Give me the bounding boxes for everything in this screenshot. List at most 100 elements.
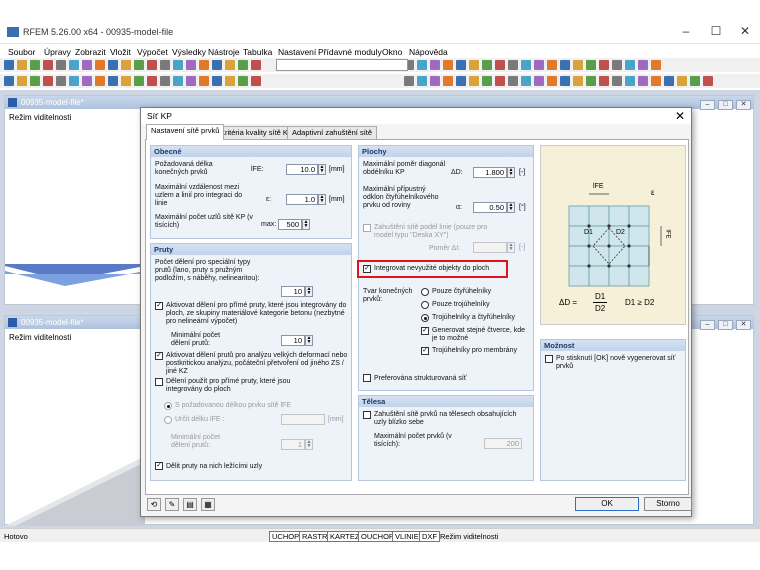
toolbar-tool-icon[interactable] bbox=[586, 60, 596, 70]
division-count-input[interactable]: 10 bbox=[281, 286, 305, 297]
define-length-input[interactable] bbox=[281, 414, 325, 425]
toolbar-tool-icon[interactable] bbox=[521, 76, 531, 86]
max-nodes-input[interactable]: 500 bbox=[278, 219, 302, 230]
toolbar-tool-icon[interactable] bbox=[430, 60, 440, 70]
line-refine-checkbox[interactable] bbox=[363, 224, 371, 232]
toolbar-tool-icon[interactable] bbox=[573, 60, 583, 70]
solid-refine-checkbox[interactable] bbox=[363, 411, 371, 419]
radio-fe-length[interactable] bbox=[164, 402, 172, 410]
toolbar-tool-icon[interactable] bbox=[30, 76, 40, 86]
diag-ratio-spinner[interactable]: ▲ ▼ bbox=[507, 167, 515, 178]
toolbar-tool-icon[interactable] bbox=[430, 76, 440, 86]
toolbar-tool-icon[interactable] bbox=[560, 60, 570, 70]
toolbar-tool-icon[interactable] bbox=[30, 60, 40, 70]
tab-quality-criteria[interactable]: Kritéria kvality sítě KP bbox=[215, 126, 298, 139]
toolbar-tool-icon[interactable] bbox=[225, 76, 235, 86]
defaults-button[interactable]: ⟲ bbox=[147, 498, 161, 511]
menu-okno[interactable]: Okno bbox=[382, 47, 402, 57]
toolbar-tool-icon[interactable] bbox=[534, 76, 544, 86]
toolbar-tool-icon[interactable] bbox=[160, 76, 170, 86]
toolbar-combo[interactable] bbox=[276, 59, 408, 71]
toolbar-tool-icon[interactable] bbox=[508, 60, 518, 70]
toolbar-tool-icon[interactable] bbox=[82, 60, 92, 70]
window-close-button[interactable]: ✕ bbox=[736, 100, 751, 110]
membrane-triangles-checkbox[interactable]: ✓ bbox=[421, 347, 429, 355]
toolbar-tool-icon[interactable] bbox=[134, 60, 144, 70]
menu-zobrazit[interactable]: Zobrazit bbox=[75, 47, 106, 57]
toolbar-tool-icon[interactable] bbox=[212, 60, 222, 70]
toolbar-tool-icon[interactable] bbox=[95, 60, 105, 70]
divide-by-nodes-checkbox[interactable]: ✓ bbox=[155, 462, 163, 470]
toolbar-tool-icon[interactable] bbox=[573, 76, 583, 86]
toolbar-tool-icon[interactable] bbox=[251, 76, 261, 86]
toolbar-tool-icon[interactable] bbox=[173, 60, 183, 70]
window-restore-button[interactable]: □ bbox=[718, 100, 733, 110]
structured-mesh-checkbox[interactable] bbox=[363, 374, 371, 382]
toolbar-tool-icon[interactable] bbox=[147, 76, 157, 86]
toolbar-tool-icon[interactable] bbox=[212, 76, 222, 86]
toolbar-tool-icon[interactable] bbox=[108, 60, 118, 70]
radio-define-length[interactable] bbox=[164, 416, 172, 424]
toolbar-tool-icon[interactable] bbox=[4, 76, 14, 86]
toolbar-tool-icon[interactable] bbox=[108, 76, 118, 86]
toolbar-tool-icon[interactable] bbox=[82, 76, 92, 86]
toolbar-tool-icon[interactable] bbox=[625, 76, 635, 86]
toolbar-tool-icon[interactable] bbox=[534, 60, 544, 70]
toolbar-tool-icon[interactable] bbox=[238, 76, 248, 86]
maximize-button[interactable]: ☐ bbox=[704, 22, 728, 40]
toolbar-tool-icon[interactable] bbox=[121, 76, 131, 86]
toolbar-tool-icon[interactable] bbox=[690, 76, 700, 86]
ratio-2-spinner[interactable]: ▲ ▼ bbox=[507, 242, 515, 253]
toolbar-tool-icon[interactable] bbox=[17, 76, 27, 86]
same-squares-checkbox[interactable]: ✓ bbox=[421, 327, 429, 335]
toolbar-tool-icon[interactable] bbox=[186, 76, 196, 86]
menu-vlozit[interactable]: Vložit bbox=[110, 47, 131, 57]
toolbar-tool-icon[interactable] bbox=[147, 60, 157, 70]
toolbar-tool-icon[interactable] bbox=[199, 60, 209, 70]
toolbar-tool-icon[interactable] bbox=[160, 60, 170, 70]
toolbar-tool-icon[interactable] bbox=[443, 60, 453, 70]
toolbar-tool-icon[interactable] bbox=[69, 76, 79, 86]
toolbar-tool-icon[interactable] bbox=[404, 76, 414, 86]
ok-button[interactable]: OK bbox=[575, 497, 639, 511]
toolbar-tool-icon[interactable] bbox=[612, 76, 622, 86]
min-division-2-spinner[interactable]: ▲ ▼ bbox=[305, 439, 313, 450]
diag-ratio-input[interactable]: 1.800 bbox=[473, 167, 507, 178]
toolbar-tool-icon[interactable] bbox=[651, 76, 661, 86]
toolbar-tool-icon[interactable] bbox=[586, 76, 596, 86]
toolbar-tool-icon[interactable] bbox=[560, 76, 570, 86]
toolbar-tool-icon[interactable] bbox=[43, 60, 53, 70]
toolbar-tool-icon[interactable] bbox=[238, 60, 248, 70]
menu-tabulka[interactable]: Tabulka bbox=[243, 47, 272, 57]
toolbar-tool-icon[interactable] bbox=[638, 60, 648, 70]
toolbar-tool-icon[interactable] bbox=[547, 60, 557, 70]
toolbar-tool-icon[interactable] bbox=[4, 60, 14, 70]
toolbar-tool-icon[interactable] bbox=[469, 76, 479, 86]
toolbar-tool-icon[interactable] bbox=[495, 76, 505, 86]
dialog-close-button[interactable]: ✕ bbox=[675, 108, 685, 124]
toolbar-tool-icon[interactable] bbox=[638, 76, 648, 86]
status-uchop-button[interactable]: UCHOP bbox=[269, 531, 303, 542]
toolbar-tool-icon[interactable] bbox=[121, 60, 131, 70]
toolbar-tool-icon[interactable] bbox=[56, 60, 66, 70]
node-distance-input[interactable]: 1.0 bbox=[286, 194, 318, 205]
toolbar-tool-icon[interactable] bbox=[547, 76, 557, 86]
radio-triangles-only[interactable] bbox=[421, 301, 429, 309]
plane-angle-spinner[interactable]: ▲ ▼ bbox=[507, 202, 515, 213]
toolbar-tool-icon[interactable] bbox=[469, 60, 479, 70]
toolbar-tool-icon[interactable] bbox=[625, 60, 635, 70]
minimize-button[interactable]: – bbox=[674, 22, 698, 40]
fe-length-input[interactable]: 10.0 bbox=[286, 164, 318, 175]
radio-tri-and-quads[interactable] bbox=[421, 314, 429, 322]
max-solid-elements-input[interactable]: 200 bbox=[484, 438, 522, 449]
toolbar-tool-icon[interactable] bbox=[456, 60, 466, 70]
toolbar-tool-icon[interactable] bbox=[612, 60, 622, 70]
menu-pridavne-moduly[interactable]: Přídavné moduly bbox=[318, 47, 382, 57]
menu-vypocet[interactable]: Výpočet bbox=[137, 47, 168, 57]
window-restore-button[interactable]: □ bbox=[718, 320, 733, 330]
toolbar-tool-icon[interactable] bbox=[651, 60, 661, 70]
window-minimize-button[interactable]: – bbox=[700, 320, 715, 330]
toolbar-tool-icon[interactable] bbox=[417, 60, 427, 70]
menu-napoveda[interactable]: Nápověda bbox=[409, 47, 448, 57]
menu-nastaveni[interactable]: Nastavení bbox=[278, 47, 316, 57]
